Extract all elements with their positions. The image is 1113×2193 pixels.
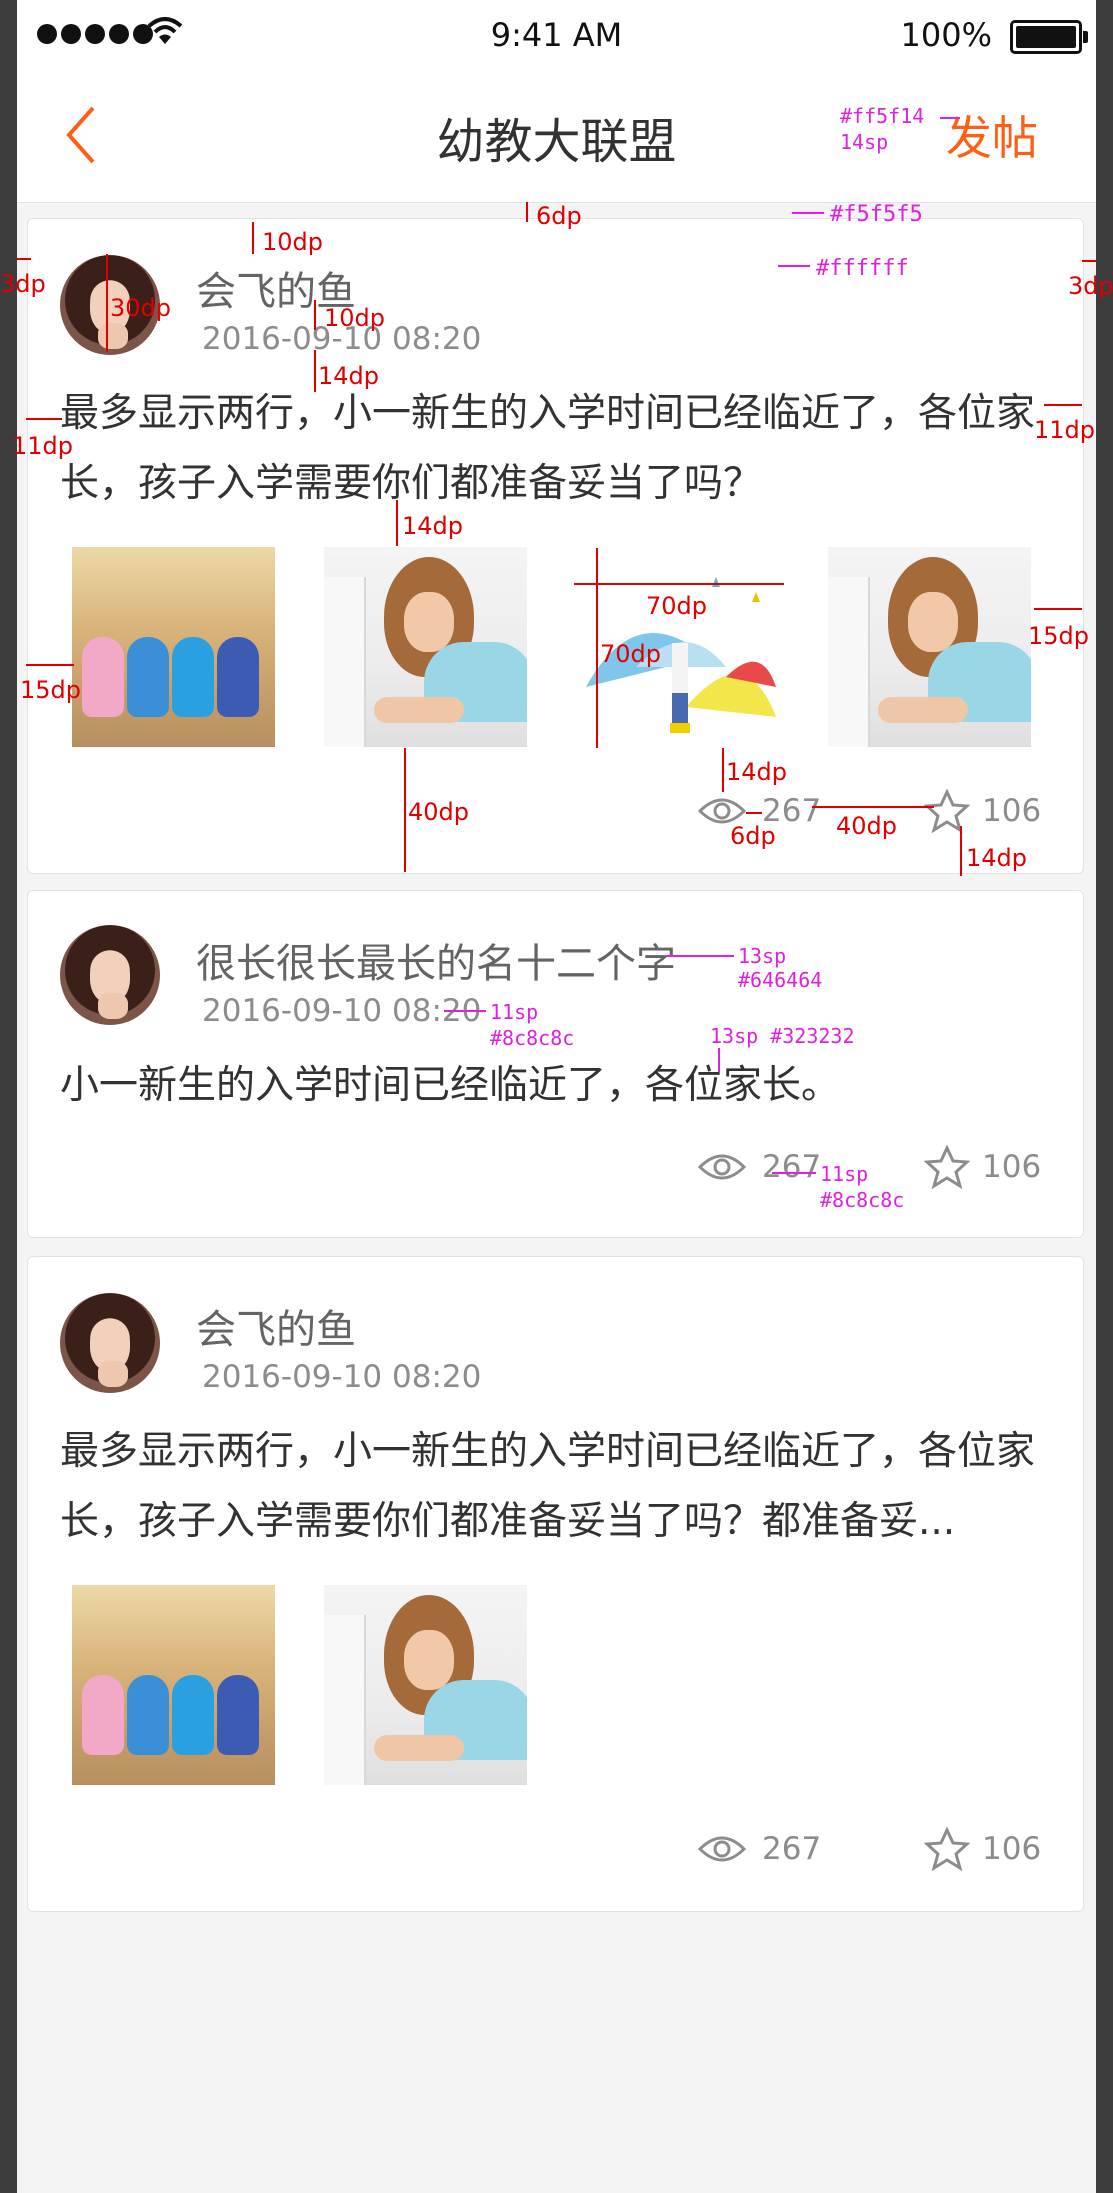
annotation-line <box>444 1010 486 1012</box>
avatar[interactable] <box>60 1293 160 1393</box>
annotation-dimension: 6dp <box>730 822 776 850</box>
phone-screen: 9:41 AM 100% 幼教大联盟 发帖 会飞的鱼 2016-09-10 08… <box>17 0 1096 2193</box>
view-eye-icon <box>698 1836 746 1862</box>
annotation-line <box>746 812 762 814</box>
post-image[interactable] <box>324 547 527 747</box>
annotation-dimension: 10dp <box>262 228 324 256</box>
annotation-dimension: 14dp <box>966 844 1028 872</box>
post-time: 2016-09-10 08:20 <box>202 1359 482 1395</box>
view-eye-icon <box>698 1154 746 1180</box>
post-card[interactable]: 很长很长最长的名十二个字 2016-09-10 08:20 小一新生的入学时间已… <box>27 890 1084 1238</box>
annotation-stat-color: #8c8c8c <box>820 1188 905 1212</box>
post-image[interactable] <box>72 1585 275 1785</box>
view-count: 267 <box>762 1149 822 1185</box>
like-count: 106 <box>982 793 1042 829</box>
annotation-line <box>396 500 398 546</box>
annotation-time-color: #8c8c8c <box>490 1026 575 1050</box>
annotation-dimension: 70dp <box>600 640 662 668</box>
avatar[interactable] <box>60 925 160 1025</box>
like-count: 106 <box>982 1831 1042 1867</box>
annotation-line <box>404 748 406 872</box>
author-name[interactable]: 很长很长最长的名十二个字 <box>196 931 676 989</box>
page-title: 幼教大联盟 <box>436 114 677 170</box>
annotation-line <box>17 258 31 260</box>
annotation-line <box>960 826 962 876</box>
annotation-accent-size: 14sp <box>840 130 889 154</box>
post-content: 小一新生的入学时间已经临近了，各位家长。 <box>60 1063 841 1108</box>
annotation-accent-color: #ff5f14 <box>840 104 925 128</box>
annotation-line <box>778 265 810 267</box>
like-star-icon[interactable] <box>924 1827 970 1871</box>
annotation-dimension: 11dp <box>1034 416 1096 444</box>
annotation-line <box>1034 608 1082 610</box>
annotation-line <box>1044 404 1082 406</box>
annotation-bg-color: #f5f5f5 <box>830 202 923 227</box>
annotation-dimension: 6dp <box>536 202 582 230</box>
annotation-line <box>792 212 824 214</box>
battery-icon <box>1010 20 1088 54</box>
annotation-line <box>314 350 316 392</box>
annotation-line <box>252 222 254 254</box>
annotation-dimension: 11dp <box>12 432 74 460</box>
annotation-name-color: #646464 <box>738 968 823 992</box>
annotation-line <box>574 583 784 585</box>
post-time: 2016-09-10 08:20 <box>202 993 482 1029</box>
annotation-line <box>314 300 316 330</box>
post-image[interactable] <box>324 1585 527 1785</box>
annotation-dimension: 15dp <box>20 676 82 704</box>
annotation-dimension: 40dp <box>408 798 470 826</box>
nav-bar: 幼教大联盟 发帖 <box>17 72 1096 203</box>
annotation-line <box>106 254 108 352</box>
post-image[interactable] <box>828 547 1031 747</box>
annotation-dimension: 14dp <box>402 512 464 540</box>
annotation-line <box>940 117 960 119</box>
annotation-line <box>718 1048 720 1072</box>
annotation-stat-size: 11sp <box>820 1162 869 1186</box>
annotation-dimension: 40dp <box>836 812 898 840</box>
annotation-time-size: 11sp <box>490 1000 539 1024</box>
battery-percent: 100% <box>900 16 992 54</box>
annotation-dimension: 15dp <box>1028 622 1090 650</box>
annotation-dimension: 14dp <box>318 362 380 390</box>
post-card[interactable]: 会飞的鱼 2016-09-10 08:20 最多显示两行，小一新生的入学时间已经… <box>27 1256 1084 1912</box>
annotation-dimension: 30dp <box>110 294 172 322</box>
annotation-dimension: 3dp <box>1068 272 1113 300</box>
annotation-dimension: 3dp <box>0 270 46 298</box>
post-image[interactable] <box>72 547 275 747</box>
view-count: 267 <box>762 1831 822 1867</box>
post-stats: 267 106 <box>28 1827 1085 1877</box>
post-card[interactable]: 会飞的鱼 2016-09-10 08:20 最多显示两行，小一新生的入学时间已经… <box>27 218 1084 874</box>
annotation-line <box>722 748 724 792</box>
annotation-name-size: 13sp <box>738 944 787 968</box>
annotation-dimension: 70dp <box>646 592 708 620</box>
like-star-icon[interactable] <box>924 789 970 833</box>
like-count: 106 <box>982 1149 1042 1185</box>
annotation-line <box>26 418 62 420</box>
status-bar: 9:41 AM 100% <box>17 0 1096 72</box>
author-name[interactable]: 会飞的鱼 <box>196 1297 356 1355</box>
annotation-content-spec: 13sp #323232 <box>710 1024 855 1048</box>
annotation-line <box>666 955 734 957</box>
annotation-line <box>26 664 74 666</box>
post-content: 最多显示两行，小一新生的入学时间已经临近了，各位家长，孩子入学需要你们都准备妥当… <box>60 1429 1036 1544</box>
annotation-card-color: #ffffff <box>816 256 909 281</box>
post-content: 最多显示两行，小一新生的入学时间已经临近了，各位家长，孩子入学需要你们都准备妥当… <box>60 391 1036 506</box>
annotation-line <box>526 202 528 222</box>
annotation-line <box>596 548 598 748</box>
annotation-dimension: 10dp <box>324 304 386 332</box>
post-stats: 267 106 <box>28 789 1085 839</box>
post-button[interactable]: 发帖 <box>946 102 1038 168</box>
annotation-line <box>1082 260 1096 262</box>
annotation-line <box>812 806 934 808</box>
post-stats: 267 106 <box>28 1145 1085 1195</box>
annotation-dimension: 14dp <box>726 758 788 786</box>
like-star-icon[interactable] <box>924 1145 970 1189</box>
annotation-line <box>772 1172 816 1174</box>
